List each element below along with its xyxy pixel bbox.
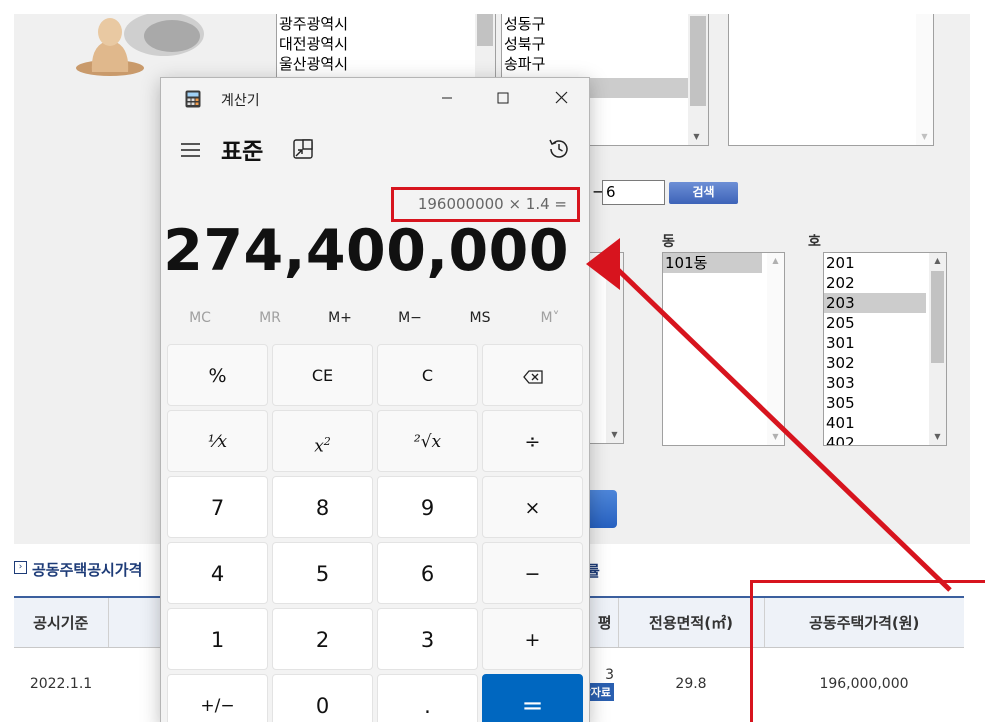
subtract-button[interactable]: − (482, 542, 583, 604)
chevron-down-icon[interactable]: ▼ (916, 129, 933, 145)
scrollbar[interactable]: ▼ (916, 14, 933, 145)
scrollbar-thumb[interactable] (931, 271, 944, 363)
keep-on-top-icon[interactable] (292, 138, 314, 160)
chevron-down-icon[interactable]: ▼ (767, 429, 784, 445)
close-icon (555, 91, 567, 104)
calculator-window[interactable]: 계산기 표준 196000000 × 1.4 = 274,400,000 MC … (160, 77, 590, 722)
memory-add-button[interactable]: M+ (305, 310, 375, 326)
scrollbar-thumb[interactable] (477, 14, 493, 46)
digit-7-button[interactable]: 7 (167, 476, 268, 538)
list-item[interactable]: 201 (824, 253, 946, 273)
list-item[interactable]: 광주광역시 (277, 14, 495, 34)
backspace-icon (522, 369, 543, 384)
section-arrow-icon: › (14, 561, 27, 574)
lot-number-to-input[interactable]: 6 (602, 180, 665, 205)
list-item[interactable]: 305 (824, 393, 946, 413)
section-title: 공동주택공시가격 (32, 561, 143, 579)
scrollbar[interactable] (475, 14, 495, 83)
header-base-date: 공시기준 (14, 596, 108, 648)
minimize-icon (442, 97, 452, 99)
digit-1-button[interactable]: 1 (167, 608, 268, 670)
decimal-button[interactable]: . (377, 674, 478, 722)
memory-clear-button[interactable]: MC (165, 310, 235, 326)
memory-recall-button[interactable]: MR (235, 310, 305, 326)
list-item[interactable]: 송파구 (502, 54, 708, 74)
negate-button[interactable]: +/− (167, 674, 268, 722)
maximize-icon (497, 92, 509, 104)
digit-5-button[interactable]: 5 (272, 542, 373, 604)
memory-row: MC MR M+ M− MS M˅ (161, 310, 589, 332)
percent-button[interactable]: % (167, 344, 268, 406)
list-item[interactable]: 205 (824, 313, 946, 333)
list-item[interactable]: 303 (824, 373, 946, 393)
window-title: 계산기 (221, 93, 260, 109)
scrollbar[interactable]: ▼ (688, 14, 708, 145)
dong-label: 동 (662, 234, 675, 250)
list-item[interactable]: 302 (824, 353, 946, 373)
calculator-app-icon (185, 90, 201, 108)
clear-button[interactable]: C (377, 344, 478, 406)
list-item[interactable]: 401 (824, 413, 946, 433)
chevron-down-icon[interactable]: ▼ (606, 427, 623, 443)
digit-9-button[interactable]: 9 (377, 476, 478, 538)
digit-3-button[interactable]: 3 (377, 608, 478, 670)
stamp-illustration (76, 14, 204, 76)
scrollbar[interactable]: ▼ (606, 253, 623, 443)
clear-entry-button[interactable]: CE (272, 344, 373, 406)
history-icon[interactable] (547, 137, 571, 161)
list-item[interactable]: 성동구 (502, 14, 708, 34)
title-bar[interactable]: 계산기 (161, 78, 589, 120)
minimize-button[interactable] (425, 84, 469, 114)
square-base: x (314, 436, 324, 457)
memory-subtract-button[interactable]: M− (375, 310, 445, 326)
backspace-button[interactable] (482, 344, 583, 406)
multiply-button[interactable]: × (482, 476, 583, 538)
list-item[interactable]: 202 (824, 273, 946, 293)
search-button[interactable]: 검색 (669, 182, 738, 204)
scrollbar-thumb[interactable] (690, 16, 706, 106)
square-button[interactable]: x2 (272, 410, 373, 472)
list-item[interactable]: 301 (824, 333, 946, 353)
digit-4-button[interactable]: 4 (167, 542, 268, 604)
memory-list-button[interactable]: M˅ (515, 310, 585, 326)
city-listbox[interactable]: 광주광역시 대전광역시 울산광역시 (276, 14, 496, 84)
chevron-up-icon[interactable]: ▲ (929, 253, 946, 269)
cell-base-date: 2022.1.1 (14, 647, 108, 708)
memory-store-button[interactable]: MS (445, 310, 515, 326)
divide-button[interactable]: ÷ (482, 410, 583, 472)
hamburger-menu-icon[interactable] (179, 138, 203, 162)
price-highlight-box (750, 580, 985, 722)
reciprocal-button[interactable]: ¹⁄x (167, 410, 268, 472)
add-button[interactable]: + (482, 608, 583, 670)
result-display: 274,400,000 (163, 218, 569, 284)
list-item-selected[interactable]: 101동 (663, 253, 762, 273)
digit-6-button[interactable]: 6 (377, 542, 478, 604)
chevron-up-icon[interactable]: ▲ (767, 253, 784, 269)
list-item[interactable]: 성북구 (502, 34, 708, 54)
list-item[interactable]: 울산광역시 (277, 54, 495, 74)
list-item[interactable]: 402 (824, 433, 946, 445)
digit-8-button[interactable]: 8 (272, 476, 373, 538)
chevron-down-icon[interactable]: ▼ (929, 429, 946, 445)
ho-label: 호 (808, 234, 821, 250)
digit-0-button[interactable]: 0 (272, 674, 373, 722)
square-exponent: 2 (323, 435, 331, 448)
area-listbox[interactable]: ▼ (728, 14, 934, 146)
scrollbar[interactable]: ▲ ▼ (929, 253, 946, 445)
header-area: 전용면적(㎡) (617, 596, 764, 648)
list-item[interactable]: 대전광역시 (277, 34, 495, 54)
close-button[interactable] (539, 84, 583, 114)
equals-button[interactable]: = (482, 674, 583, 722)
list-item-selected[interactable]: 203 (824, 293, 926, 313)
square-root-button[interactable]: ²√x (377, 410, 478, 472)
cell-area: 29.8 (618, 647, 764, 708)
expression-highlight-box (391, 187, 580, 222)
digit-2-button[interactable]: 2 (272, 608, 373, 670)
chevron-down-icon[interactable]: ▼ (688, 129, 705, 145)
ho-listbox[interactable]: 201 202 203 205 301 302 303 305 401 402 … (823, 252, 947, 446)
mode-title: 표준 (221, 139, 264, 165)
dong-listbox[interactable]: 101동 ▲ ▼ (662, 252, 785, 446)
scrollbar[interactable]: ▲ ▼ (767, 253, 784, 445)
maximize-button[interactable] (481, 84, 525, 114)
